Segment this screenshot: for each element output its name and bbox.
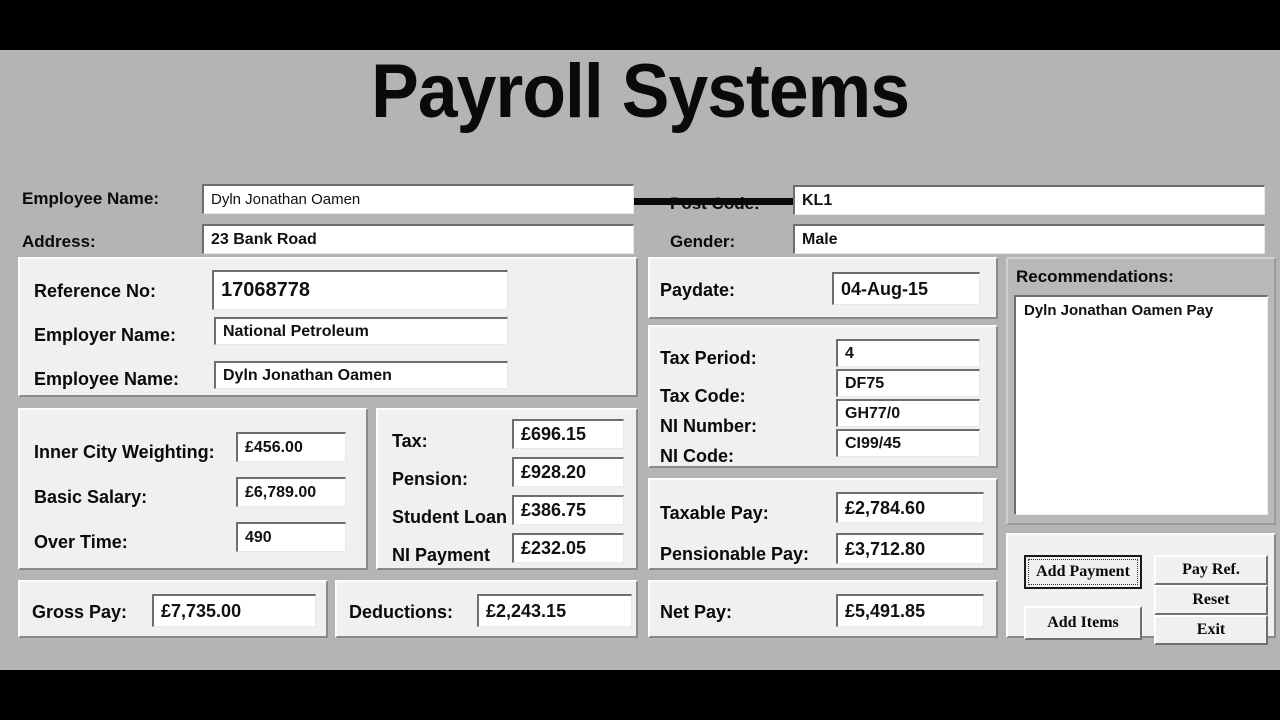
net-pay-input[interactable]: £5,491.85 [836, 594, 984, 627]
basic-salary-input[interactable]: £6,789.00 [236, 477, 346, 507]
ni-payment-label: NI Payment [392, 545, 491, 565]
paydate-panel: Paydate: 04-Aug-15 [648, 257, 998, 319]
inner-city-weighting-label: Inner City Weighting: [34, 442, 215, 462]
add-items-button[interactable]: Add Items [1024, 606, 1142, 640]
ni-number-label: NI Number: [660, 416, 758, 436]
paydate-label: Paydate: [660, 280, 736, 300]
tax-input[interactable]: £696.15 [512, 419, 624, 449]
exit-button[interactable]: Exit [1154, 615, 1268, 645]
pensionable-pay-label: Pensionable Pay: [660, 544, 810, 564]
tax-period-label: Tax Period: [660, 348, 757, 368]
tax-code-input[interactable]: DF75 [836, 369, 980, 397]
page-title: Payroll Systems [371, 49, 910, 134]
taxable-pay-input[interactable]: £2,784.60 [836, 492, 984, 523]
gross-pay-label: Gross Pay: [32, 602, 128, 622]
employer-panel-employee-name-input[interactable]: Dyln Jonathan Oamen [214, 361, 508, 389]
taxable-pay-panel: Taxable Pay: £2,784.60 Pensionable Pay: … [648, 478, 998, 570]
gross-pay-input[interactable]: £7,735.00 [152, 594, 316, 627]
tax-details-panel: Tax Period: 4 Tax Code: DF75 NI Number: … [648, 325, 998, 468]
letterbox-bottom [0, 670, 1280, 720]
employee-name-label: Employee Name: [22, 189, 159, 208]
gender-label: Gender: [670, 232, 736, 251]
employee-name-input[interactable]: Dyln Jonathan Oamen [202, 184, 634, 214]
employer-details-panel: Reference No: 17068778 Employer Name: Na… [18, 257, 638, 397]
letterbox-top [0, 0, 1280, 50]
ni-code-label: NI Code: [660, 446, 734, 466]
employer-name-label: Employer Name: [34, 325, 177, 345]
pensionable-pay-input[interactable]: £3,712.80 [836, 533, 984, 564]
student-loan-label: Student Loan [392, 507, 507, 527]
address-label: Address: [22, 232, 96, 251]
reference-no-label: Reference No: [34, 281, 157, 301]
tax-period-input[interactable]: 4 [836, 339, 980, 367]
pension-input[interactable]: £928.20 [512, 457, 624, 487]
gender-input[interactable]: Male [793, 224, 1265, 254]
basic-salary-label: Basic Salary: [34, 487, 148, 507]
inner-city-weighting-input[interactable]: £456.00 [236, 432, 346, 462]
tax-label: Tax: [392, 431, 428, 451]
recommendations-panel: Recommendations: Dyln Jonathan Oamen Pay [1006, 257, 1276, 525]
recommendations-list[interactable]: Dyln Jonathan Oamen Pay [1014, 295, 1268, 515]
earnings-panel: Inner City Weighting: £456.00 Basic Sala… [18, 408, 368, 570]
over-time-input[interactable]: 490 [236, 522, 346, 552]
deductions-total-panel: Deductions: £2,243.15 [335, 580, 638, 638]
ni-code-input[interactable]: CI99/45 [836, 429, 980, 457]
post-code-input[interactable]: KL1 [793, 185, 1265, 215]
employer-panel-employee-name-label: Employee Name: [34, 369, 180, 389]
pension-label: Pension: [392, 469, 469, 489]
recommendations-label: Recommendations: [1016, 267, 1174, 286]
payroll-application-window: Payroll Systems Employee Name: Dyln Jona… [0, 50, 1280, 670]
pay-ref-button[interactable]: Pay Ref. [1154, 555, 1268, 585]
add-payment-button[interactable]: Add Payment [1024, 555, 1142, 589]
ni-number-input[interactable]: GH77/0 [836, 399, 980, 427]
reference-no-input[interactable]: 17068778 [212, 270, 508, 310]
post-code-label: Post Code: [670, 194, 760, 213]
address-input[interactable]: 23 Bank Road [202, 224, 634, 254]
page-title-container: Payroll Systems [0, 54, 1280, 130]
net-pay-panel: Net Pay: £5,491.85 [648, 580, 998, 638]
screenshot-root: Payroll Systems Employee Name: Dyln Jona… [0, 0, 1280, 720]
over-time-label: Over Time: [34, 532, 128, 552]
ni-payment-input[interactable]: £232.05 [512, 533, 624, 563]
employer-name-input[interactable]: National Petroleum [214, 317, 508, 345]
gross-pay-panel: Gross Pay: £7,735.00 [18, 580, 328, 638]
deductions-total-input[interactable]: £2,243.15 [477, 594, 632, 627]
net-pay-label: Net Pay: [660, 602, 733, 622]
tax-code-label: Tax Code: [660, 386, 746, 406]
deductions-total-label: Deductions: [349, 602, 454, 622]
paydate-input[interactable]: 04-Aug-15 [832, 272, 980, 305]
list-item[interactable]: Dyln Jonathan Oamen Pay [1016, 297, 1267, 319]
taxable-pay-label: Taxable Pay: [660, 503, 769, 523]
action-button-panel: Add Payment Add Items Pay Ref. Reset Exi… [1006, 533, 1276, 645]
deductions-detail-panel: Tax: £696.15 Pension: £928.20 Student Lo… [376, 408, 638, 570]
student-loan-input[interactable]: £386.75 [512, 495, 624, 525]
reset-button[interactable]: Reset [1154, 585, 1268, 615]
